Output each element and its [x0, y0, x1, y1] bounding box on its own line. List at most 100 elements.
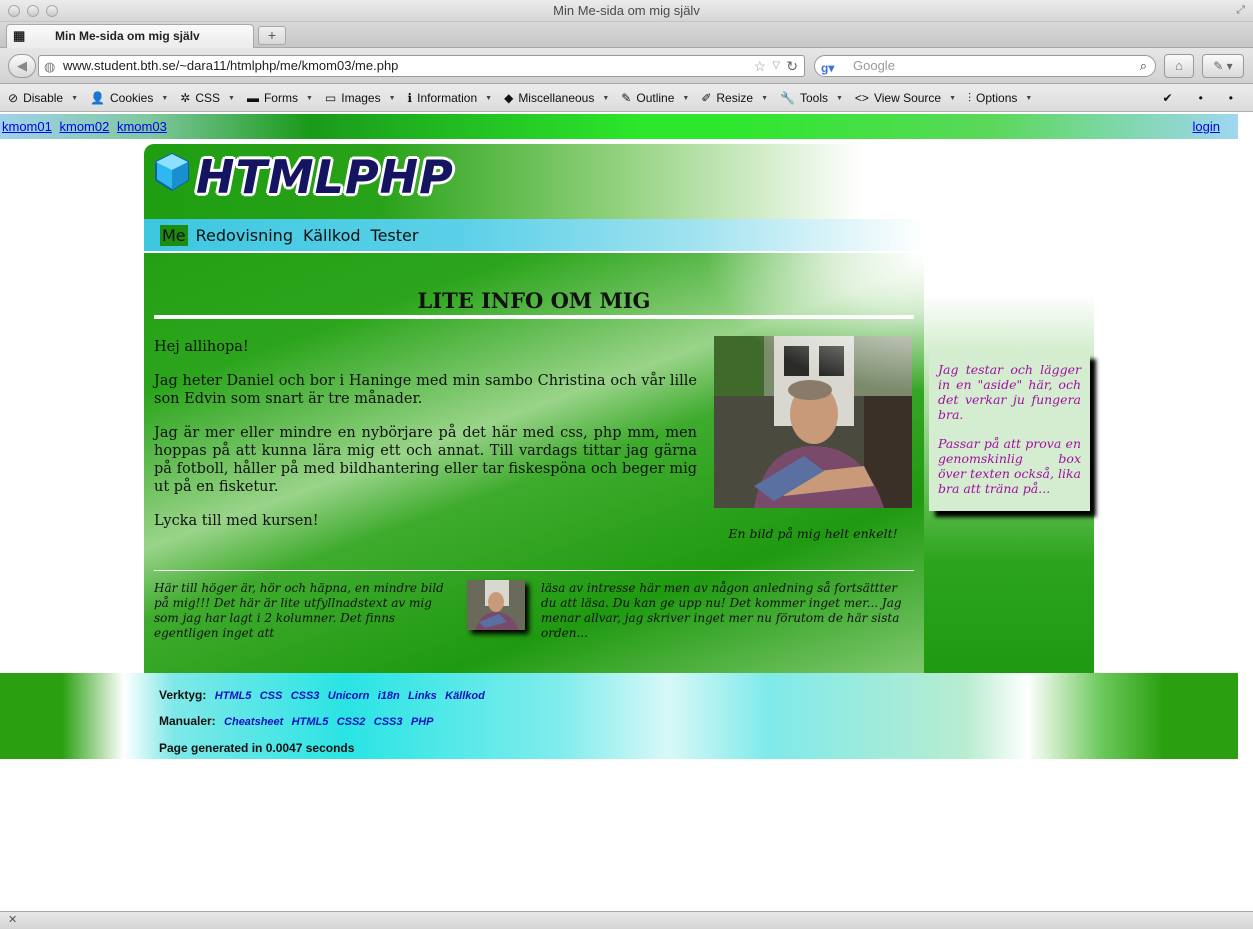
- dropdown-arrow-icon: ▼: [161, 94, 169, 102]
- dropdown-arrow-icon: ▼: [602, 94, 610, 102]
- devbar-label: Cookies: [109, 91, 154, 105]
- aside-paragraph: Passar på att prova en genomskinlig box …: [938, 436, 1081, 496]
- site-header: HTMLPHP: [144, 144, 924, 219]
- dropdown-arrow-icon: ▼: [682, 94, 690, 102]
- devbar-information[interactable]: ℹ Information ▼: [408, 91, 493, 105]
- footer-link[interactable]: i18n: [378, 690, 400, 702]
- navigation-toolbar: ◀ ◍ www.student.bth.se/~dara11/htmlphp/m…: [0, 48, 1253, 84]
- bookmark-star-icon[interactable]: ☆: [753, 56, 766, 76]
- checkmark-icon[interactable]: ✔: [1163, 91, 1173, 105]
- nav-tester[interactable]: Tester: [369, 225, 421, 246]
- google-icon[interactable]: g▾: [821, 58, 834, 78]
- footer-link[interactable]: CSS3: [291, 690, 320, 702]
- zoom-window-button[interactable]: [46, 5, 58, 17]
- kmom01-link[interactable]: kmom01: [2, 119, 52, 134]
- css-status-icon[interactable]: •: [1199, 91, 1203, 105]
- reload-icon[interactable]: ↻: [786, 56, 798, 76]
- scrollbar-gutter[interactable]: [1238, 114, 1253, 911]
- js-status-icon[interactable]: •: [1229, 91, 1233, 105]
- footer-link[interactable]: CSS: [260, 690, 283, 702]
- window-title: Min Me-sida om mig själv: [553, 3, 700, 18]
- page-title: LITE INFO OM MIG: [154, 288, 914, 319]
- history-dropdown-icon[interactable]: ▽: [772, 56, 780, 76]
- kmom02-link[interactable]: kmom02: [59, 119, 109, 134]
- sliders-icon: ⫶: [968, 90, 972, 105]
- dropdown-arrow-icon: ▼: [71, 94, 79, 102]
- tools-menu-button[interactable]: ✎ ▾: [1202, 54, 1244, 78]
- devbar-resize[interactable]: ✐ Resize ▼: [701, 91, 768, 105]
- devbar-label: Images: [341, 91, 381, 105]
- site-logo[interactable]: HTMLPHP: [196, 150, 454, 204]
- devbar-status-icons: ✔ • •: [1163, 84, 1233, 112]
- tab-bar: ▦ Min Me-sida om mig själv +: [0, 22, 1253, 48]
- footer-link[interactable]: PHP: [411, 716, 434, 728]
- login-link[interactable]: login: [1193, 119, 1220, 134]
- back-button[interactable]: ◀: [8, 54, 36, 78]
- page-viewport: kmom01 kmom02 kmom03 login HTMLPHP Me Re…: [0, 114, 1238, 911]
- devbar-options[interactable]: ⫶ Options ▼: [968, 91, 1032, 106]
- kmom03-link[interactable]: kmom03: [117, 119, 167, 134]
- minimize-window-button[interactable]: [27, 5, 39, 17]
- tab-active[interactable]: ▦ Min Me-sida om mig själv: [6, 24, 254, 48]
- devbar-miscellaneous[interactable]: ◆ Miscellaneous ▼: [504, 91, 609, 105]
- footer-link[interactable]: CSS3: [374, 716, 403, 728]
- main-content: LITE INFO OM MIG Hej allihopa! Jag heter…: [144, 253, 924, 674]
- dropdown-arrow-icon: ▼: [228, 94, 235, 102]
- code-icon: <>: [854, 91, 869, 105]
- paragraph: Hej allihopa!: [154, 339, 249, 355]
- column-left: Här till höger är, hör och häpna, en min…: [154, 581, 444, 640]
- fullscreen-icon[interactable]: ⤢: [1236, 4, 1245, 17]
- forms-icon: ▬: [246, 91, 259, 105]
- footer-tools: Verktyg: HTML5 CSS CSS3 Unicorn i18n Lin…: [159, 688, 485, 702]
- footer-label: Manualer:: [159, 714, 216, 728]
- paragraph: Jag är mer eller mindre en nybörjare på …: [154, 425, 697, 495]
- wrench-icon: 🔧: [780, 91, 795, 105]
- devbar-label: Tools: [799, 91, 828, 105]
- kmom-links: kmom01 kmom02 kmom03: [2, 119, 171, 134]
- devbar-view-source[interactable]: <> View Source ▼: [855, 91, 956, 105]
- devbar-disable[interactable]: ⊘ Disable ▼: [8, 91, 78, 105]
- footer-link[interactable]: HTML5: [292, 716, 329, 728]
- close-window-button[interactable]: [8, 5, 20, 17]
- dropdown-arrow-icon: ▼: [835, 94, 843, 102]
- search-placeholder: Google: [853, 58, 895, 73]
- footer-link[interactable]: Källkod: [445, 690, 485, 702]
- devbar-tools[interactable]: 🔧 Tools ▼: [780, 91, 843, 105]
- footer-link[interactable]: Links: [408, 690, 437, 702]
- search-input[interactable]: g▾ Google ⌕: [814, 55, 1156, 77]
- devbar-forms[interactable]: ▬ Forms ▼: [247, 91, 313, 105]
- paragraph: Jag heter Daniel och bor i Haninge med m…: [154, 373, 697, 407]
- footer-link[interactable]: CSS2: [337, 716, 366, 728]
- cube-icon: ◆: [504, 91, 514, 105]
- devbar-label: Resize: [716, 91, 754, 105]
- globe-icon: ◍: [44, 59, 56, 74]
- home-button[interactable]: ⌂: [1164, 54, 1194, 78]
- web-developer-toolbar: ⊘ Disable ▼ 👤 Cookies ▼ ✲ CSS ▼ ▬ Forms ▼ ▭ Image…: [0, 84, 1253, 112]
- disable-icon: ⊘: [8, 91, 19, 105]
- photo-caption: En bild på mig helt enkelt!: [728, 526, 898, 541]
- devbar-css[interactable]: ✲ CSS ▼: [180, 91, 235, 105]
- nav-kallkod[interactable]: Källkod: [301, 225, 363, 246]
- window-controls: [8, 5, 58, 17]
- search-icon[interactable]: ⌕: [1140, 56, 1147, 76]
- new-tab-button[interactable]: +: [258, 26, 286, 45]
- dropdown-arrow-icon: ▼: [485, 94, 493, 102]
- addon-bar-close-icon[interactable]: ✕: [8, 914, 17, 926]
- dropdown-arrow-icon: ▼: [949, 94, 957, 102]
- devbar-label: View Source: [873, 91, 942, 105]
- devbar-label: Outline: [636, 91, 675, 105]
- devbar-images[interactable]: ▭ Images ▼: [325, 91, 396, 105]
- site-topbar: kmom01 kmom02 kmom03 login: [0, 114, 1238, 139]
- devbar-outline[interactable]: ✎ Outline ▼: [621, 91, 689, 105]
- footer-link[interactable]: HTML5: [215, 690, 252, 702]
- address-bar[interactable]: ◍ www.student.bth.se/~dara11/htmlphp/me/…: [38, 55, 805, 77]
- footer-link[interactable]: Unicorn: [328, 690, 370, 702]
- status-bar: ✕: [0, 911, 1253, 929]
- devbar-label: Disable: [23, 91, 64, 105]
- aside-box: Jag testar och lägger in en "aside" här,…: [929, 353, 1090, 511]
- devbar-cookies[interactable]: 👤 Cookies ▼: [90, 91, 168, 105]
- nav-me[interactable]: Me: [160, 224, 188, 246]
- site-navigation: Me Redovisning Källkod Tester: [144, 219, 924, 251]
- nav-redovisning[interactable]: Redovisning: [194, 225, 295, 246]
- footer-link[interactable]: Cheatsheet: [224, 716, 283, 728]
